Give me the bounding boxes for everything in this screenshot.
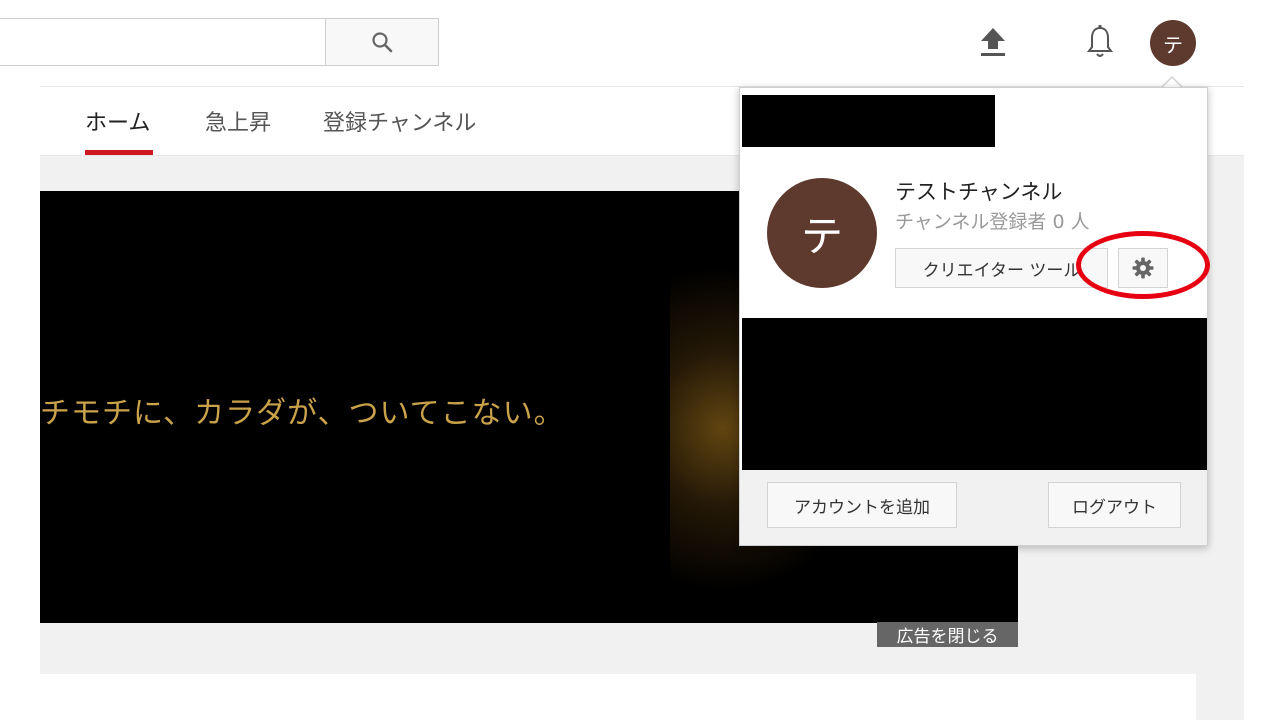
channel-avatar-initial: テ [800,211,843,261]
redacted-block [742,95,995,147]
close-ad-button[interactable]: 広告を閉じる [877,622,1018,647]
search-icon [372,32,393,53]
tab-trending[interactable]: 急上昇 [205,105,271,137]
tab-subscriptions[interactable]: 登録チャンネル [323,105,476,137]
logout-button[interactable]: ログアウト [1048,482,1181,528]
content-card [40,674,1196,720]
highlight-annotation [1076,231,1210,299]
ad-caption: チモチに、カラダが、ついてこない。 [40,396,565,431]
bell-icon[interactable] [1085,24,1115,60]
upload-icon[interactable] [978,26,1008,58]
search-input[interactable] [0,18,326,66]
subscriber-count: チャンネル登録者 0 人 [895,211,1090,233]
redacted-block [742,318,1207,470]
channel-avatar[interactable]: テ [767,178,877,288]
channel-name: テストチャンネル [895,180,1063,204]
add-account-button[interactable]: アカウントを追加 [767,482,957,528]
account-menu: テ テストチャンネル チャンネル登録者 0 人 クリエイター ツール アカウント… [739,87,1210,546]
account-avatar-button[interactable]: テ [1150,20,1196,66]
avatar-initial: テ [1163,32,1183,57]
search-button[interactable] [325,18,439,66]
tab-home[interactable]: ホーム [85,105,150,137]
account-menu-footer: アカウントを追加 ログアウト [740,470,1207,545]
